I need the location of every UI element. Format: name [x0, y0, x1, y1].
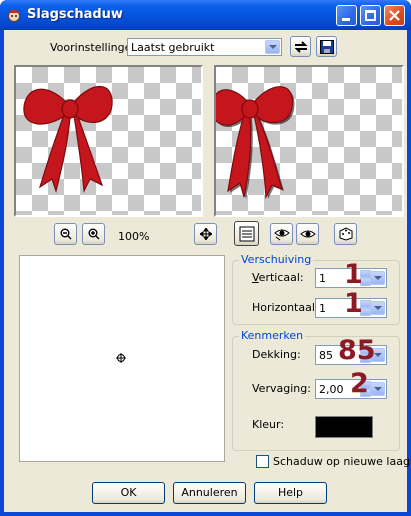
opacity-value: 85: [319, 349, 333, 362]
toggle-preview-button[interactable]: [234, 221, 259, 246]
offset-group-title: Verschuiving: [239, 253, 314, 266]
cancel-button[interactable]: Annuleren: [173, 482, 246, 504]
shadow-layer-label[interactable]: Schaduw op nieuwe laag: [273, 455, 410, 468]
blur-annotation: 2: [350, 368, 369, 399]
bow-shadow-image: [216, 86, 295, 200]
reset-preset-button[interactable]: [290, 36, 311, 57]
bow-image: [23, 85, 113, 194]
chevron-down-icon[interactable]: [370, 382, 385, 396]
chevron-down-icon[interactable]: [370, 301, 385, 315]
close-icon: [389, 10, 400, 21]
chevron-down-icon[interactable]: [265, 40, 280, 54]
save-disk-icon: [319, 39, 334, 54]
opacity-annotation: 85: [338, 335, 376, 366]
dialog-window: Slagschaduw Voorinstellingen: Laatst geb…: [0, 0, 411, 516]
help-button[interactable]: Help: [254, 482, 327, 504]
source-preview[interactable]: [14, 65, 203, 217]
horizontal-label: Horizontaal:: [252, 301, 319, 314]
direction-pad[interactable]: [19, 255, 225, 462]
dice-icon: [339, 227, 352, 241]
title-bar[interactable]: Slagschaduw: [0, 0, 411, 30]
opacity-label: Dekking:: [252, 348, 301, 361]
randomize-button[interactable]: [334, 223, 357, 245]
vertical-value: 1: [319, 272, 326, 285]
blur-value: 2,00: [319, 383, 344, 396]
dialog-client: Voorinstellingen: Laatst gebruikt 100% V…: [4, 30, 410, 512]
close-button[interactable]: [384, 5, 405, 26]
reset-arrows-icon: [294, 40, 307, 53]
zoom-in-icon: [88, 228, 99, 240]
crosshair-icon[interactable]: [116, 353, 126, 363]
blur-label: Vervaging:: [252, 382, 311, 395]
pan-move-icon: [199, 228, 212, 240]
shadow-layer-checkbox[interactable]: [256, 455, 269, 468]
minimize-icon: [342, 18, 350, 21]
zoom-out-icon: [60, 228, 71, 240]
properties-group-title: Kenmerken: [239, 329, 306, 342]
ok-button[interactable]: OK: [92, 482, 165, 504]
result-preview[interactable]: [214, 65, 404, 217]
preview-panel-icon: [239, 226, 254, 241]
vertical-label-text: erticaal:: [258, 271, 304, 284]
maximize-icon: [365, 10, 376, 21]
pan-button[interactable]: [194, 223, 217, 245]
color-label: Kleur:: [252, 418, 285, 431]
presets-select[interactable]: Laatst gebruikt: [127, 38, 282, 56]
presets-value: Laatst gebruikt: [131, 41, 215, 54]
vertical-label: Verticaal:: [252, 271, 304, 284]
save-preset-button[interactable]: [316, 36, 337, 57]
app-icon: [8, 9, 20, 22]
eye-icon: [299, 230, 316, 238]
chevron-down-icon[interactable]: [370, 271, 385, 285]
horizontal-value: 1: [319, 302, 326, 315]
zoom-in-button[interactable]: [82, 223, 105, 245]
maximize-button[interactable]: [360, 5, 381, 26]
horizontal-annotation: 1: [344, 288, 363, 319]
proof-button[interactable]: [270, 223, 293, 245]
proof-eye-icon: [273, 229, 290, 241]
window-title: Slagschaduw: [27, 7, 123, 22]
zoom-level: 100%: [118, 230, 150, 243]
zoom-out-button[interactable]: [54, 223, 77, 245]
minimize-button[interactable]: [336, 5, 357, 26]
color-swatch[interactable]: [315, 416, 373, 438]
auto-proof-button[interactable]: [296, 223, 319, 245]
vertical-annotation: 1: [344, 259, 363, 290]
